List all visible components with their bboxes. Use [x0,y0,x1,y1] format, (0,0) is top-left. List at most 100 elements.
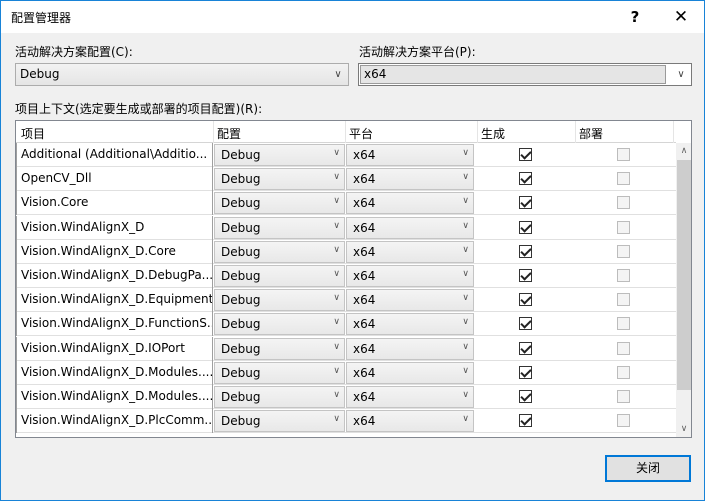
deploy-checkbox [617,390,630,403]
project-name-cell[interactable]: Vision.WindAlignX_D.DebugPa... [16,264,213,288]
config-dropdown[interactable]: Debug ∨ [214,216,345,239]
chevron-down-icon: ∨ [333,341,340,352]
config-dropdown[interactable]: Debug ∨ [214,289,345,312]
project-name-cell[interactable]: Vision.WindAlignX_D.Equipment [16,288,213,313]
active-platform-label: 活动解决方案平台(P): [359,45,476,59]
build-checkbox[interactable] [519,148,532,161]
build-checkbox[interactable] [519,365,532,379]
platform-value: x64 [353,293,376,308]
close-button[interactable]: 关闭 [605,455,691,482]
platform-dropdown[interactable]: x64 ∨ [346,386,474,408]
project-name-cell[interactable]: Vision.WindAlignX_D.IOPort [16,336,213,361]
project-contexts-grid: 项目 配置 平台 生成 部署 Additional (Additional\Ad… [15,120,692,438]
project-name-cell[interactable]: Vision.WindAlignX_D.Modules.... [16,360,213,385]
platform-dropdown[interactable]: x64 ∨ [346,313,474,336]
config-dropdown[interactable]: Debug ∨ [214,410,345,433]
table-row[interactable]: Vision.WindAlignX_D.Core Debug ∨ x64 ∨ [16,239,676,264]
header-deploy: 部署 [579,127,604,141]
platform-dropdown[interactable]: x64 ∨ [346,410,474,433]
project-name-cell[interactable]: OpenCV_Dll [16,167,213,192]
table-row[interactable]: Additional (Additional\Additio... Debug ∨ x… [16,143,676,167]
config-dropdown[interactable]: Debug ∨ [214,192,345,215]
build-checkbox[interactable] [519,269,532,282]
project-name-cell[interactable]: Vision.WindAlignX_D.FunctionS... [16,312,213,337]
scrollbar-thumb[interactable] [677,160,691,390]
table-row[interactable]: Vision.WindAlignX_D.IOPort Debug ∨ x64 ∨ [16,336,676,361]
platform-dropdown[interactable]: x64 ∨ [346,216,474,239]
project-name-cell[interactable]: Vision.WindAlignX_D.PlcComm... [16,409,213,434]
platform-value: x64 [353,269,376,283]
config-dropdown[interactable]: Debug ∨ [214,386,345,408]
chevron-down-icon: ∨ [462,220,469,231]
table-row[interactable]: Vision.WindAlignX_D.Equipment Debug ∨ x64 ∨ [16,288,676,313]
build-checkbox[interactable] [519,172,532,186]
platform-dropdown[interactable]: x64 ∨ [346,192,474,215]
build-checkbox[interactable] [519,196,532,210]
table-row[interactable]: Vision.WindAlignX_D.FunctionS... Debug ∨ x6… [16,312,676,337]
table-row[interactable]: Vision.Core Debug ∨ x64 ∨ [16,191,676,216]
table-row[interactable]: Vision.WindAlignX_D.Modules.... Debug ∨ x64… [16,360,676,385]
chevron-down-icon[interactable]: ∨ [676,421,691,437]
config-value: Debug [221,365,261,380]
deploy-checkbox [617,220,630,234]
chevron-down-icon: ∨ [462,365,469,376]
table-row[interactable]: Vision.WindAlignX_D.PlcComm... Debug ∨ x64 ∨ [16,409,676,434]
table-row[interactable]: OpenCV_Dll Debug ∨ x64 ∨ [16,167,676,192]
deploy-checkbox [617,196,630,210]
header-divider [345,121,346,143]
deploy-checkbox [617,341,630,355]
platform-value: x64 [353,172,376,187]
config-value: Debug [221,390,261,404]
build-checkbox[interactable] [519,244,532,258]
platform-dropdown[interactable]: x64 ∨ [346,289,474,312]
platform-dropdown[interactable]: x64 ∨ [346,265,474,287]
platform-dropdown[interactable]: x64 ∨ [346,168,474,191]
build-checkbox[interactable] [519,390,532,403]
deploy-checkbox [617,365,630,379]
platform-dropdown[interactable]: x64 ∨ [346,361,474,384]
build-checkbox[interactable] [519,220,532,234]
table-row[interactable]: Vision.WindAlignX_D Debug ∨ x64 ∨ [16,215,676,240]
header-divider [477,121,478,143]
config-dropdown[interactable]: Debug ∨ [214,361,345,384]
active-config-label: 活动解决方案配置(C): [15,45,133,59]
title-bar: 配置管理器 ? ✕ [1,1,704,33]
help-button[interactable]: ? [623,7,647,29]
config-dropdown[interactable]: Debug ∨ [214,265,345,287]
config-dropdown[interactable]: Debug ∨ [214,168,345,191]
project-name-cell[interactable]: Vision.WindAlignX_D.Modules.... [16,385,213,409]
platform-value: x64 [353,196,376,211]
project-name-cell[interactable]: Vision.Core [16,191,213,216]
config-dropdown[interactable]: Debug ∨ [214,313,345,336]
platform-value: x64 [353,414,376,429]
config-value: Debug [221,414,261,429]
active-config-dropdown[interactable]: Debug ∨ [15,63,349,86]
platform-dropdown[interactable]: x64 ∨ [346,144,474,166]
project-name-cell[interactable]: Vision.WindAlignX_D [16,215,213,240]
deploy-checkbox [617,317,630,331]
config-dropdown[interactable]: Debug ∨ [214,337,345,360]
active-platform-dropdown[interactable]: x64 ∨ [358,63,692,86]
build-checkbox[interactable] [519,341,532,355]
deploy-checkbox [617,293,630,307]
project-name-cell[interactable]: Additional (Additional\Additio... [16,143,213,167]
chevron-up-icon[interactable]: ∧ [676,143,691,160]
project-name-cell[interactable]: Vision.WindAlignX_D.Core [16,239,213,264]
build-checkbox[interactable] [519,293,532,307]
active-platform-value: x64 [364,67,387,81]
vertical-scrollbar[interactable]: ∧ ∨ [676,143,691,437]
table-row[interactable]: Vision.WindAlignX_D.DebugPa... Debug ∨ x64 ∨ [16,264,676,288]
close-window-button[interactable]: ✕ [661,4,701,30]
config-value: Debug [221,317,261,332]
chevron-down-icon: ∨ [462,317,469,328]
platform-dropdown[interactable]: x64 ∨ [346,337,474,360]
platform-value: x64 [353,390,376,404]
platform-dropdown[interactable]: x64 ∨ [346,240,474,263]
build-checkbox[interactable] [519,317,532,331]
config-dropdown[interactable]: Debug ∨ [214,240,345,263]
config-dropdown[interactable]: Debug ∨ [214,144,345,166]
chevron-down-icon: ∨ [334,69,342,80]
build-checkbox[interactable] [519,414,532,428]
chevron-down-icon: ∨ [462,244,469,255]
table-row[interactable]: Vision.WindAlignX_D.Modules.... Debug ∨ x64… [16,385,676,409]
